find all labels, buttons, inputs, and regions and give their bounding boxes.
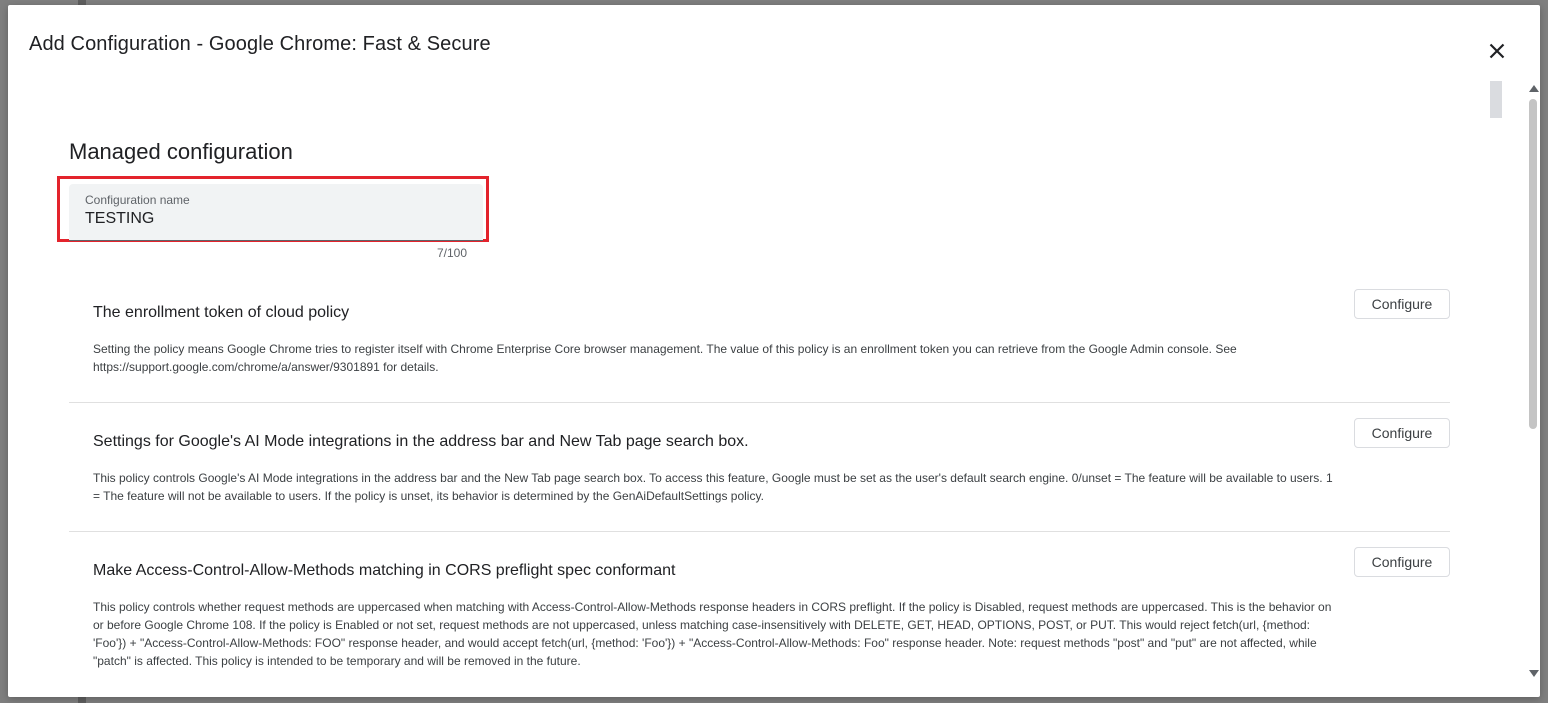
dialog-title: Add Configuration - Google Chrome: Fast … xyxy=(29,33,491,55)
policy-title: Make Access-Control-Allow-Methods matchi… xyxy=(93,562,676,579)
policy-description: This policy controls Google's AI Mode in… xyxy=(93,471,1333,503)
add-configuration-dialog: Add Configuration - Google Chrome: Fast … xyxy=(8,5,1540,697)
divider xyxy=(69,531,1450,532)
policy-description: Setting the policy means Google Chrome t… xyxy=(93,342,1237,374)
section-title: Managed configuration xyxy=(69,139,293,164)
close-icon xyxy=(1489,43,1505,59)
character-counter: 7/100 xyxy=(436,246,467,260)
policy-description: This policy controls whether request met… xyxy=(93,600,1332,668)
scroll-down-arrow-icon[interactable] xyxy=(1529,670,1539,677)
inner-scroll-thumb[interactable] xyxy=(1490,81,1502,118)
policy-title: Settings for Google's AI Mode integratio… xyxy=(93,433,749,450)
configure-button[interactable]: Configure xyxy=(1354,289,1450,319)
configure-button[interactable]: Configure xyxy=(1354,418,1450,448)
policy-title: The enrollment token of cloud policy xyxy=(93,304,350,321)
configuration-name-label: Configuration name xyxy=(85,193,190,207)
configuration-name-input[interactable] xyxy=(85,210,465,228)
divider xyxy=(69,402,1450,403)
configure-button[interactable]: Configure xyxy=(1354,547,1450,577)
scrollbar[interactable] xyxy=(1526,83,1540,677)
scroll-up-arrow-icon[interactable] xyxy=(1529,85,1539,92)
scrollbar-thumb[interactable] xyxy=(1529,99,1537,429)
close-button[interactable] xyxy=(1484,38,1510,64)
configuration-name-field[interactable]: Configuration name xyxy=(69,184,483,241)
